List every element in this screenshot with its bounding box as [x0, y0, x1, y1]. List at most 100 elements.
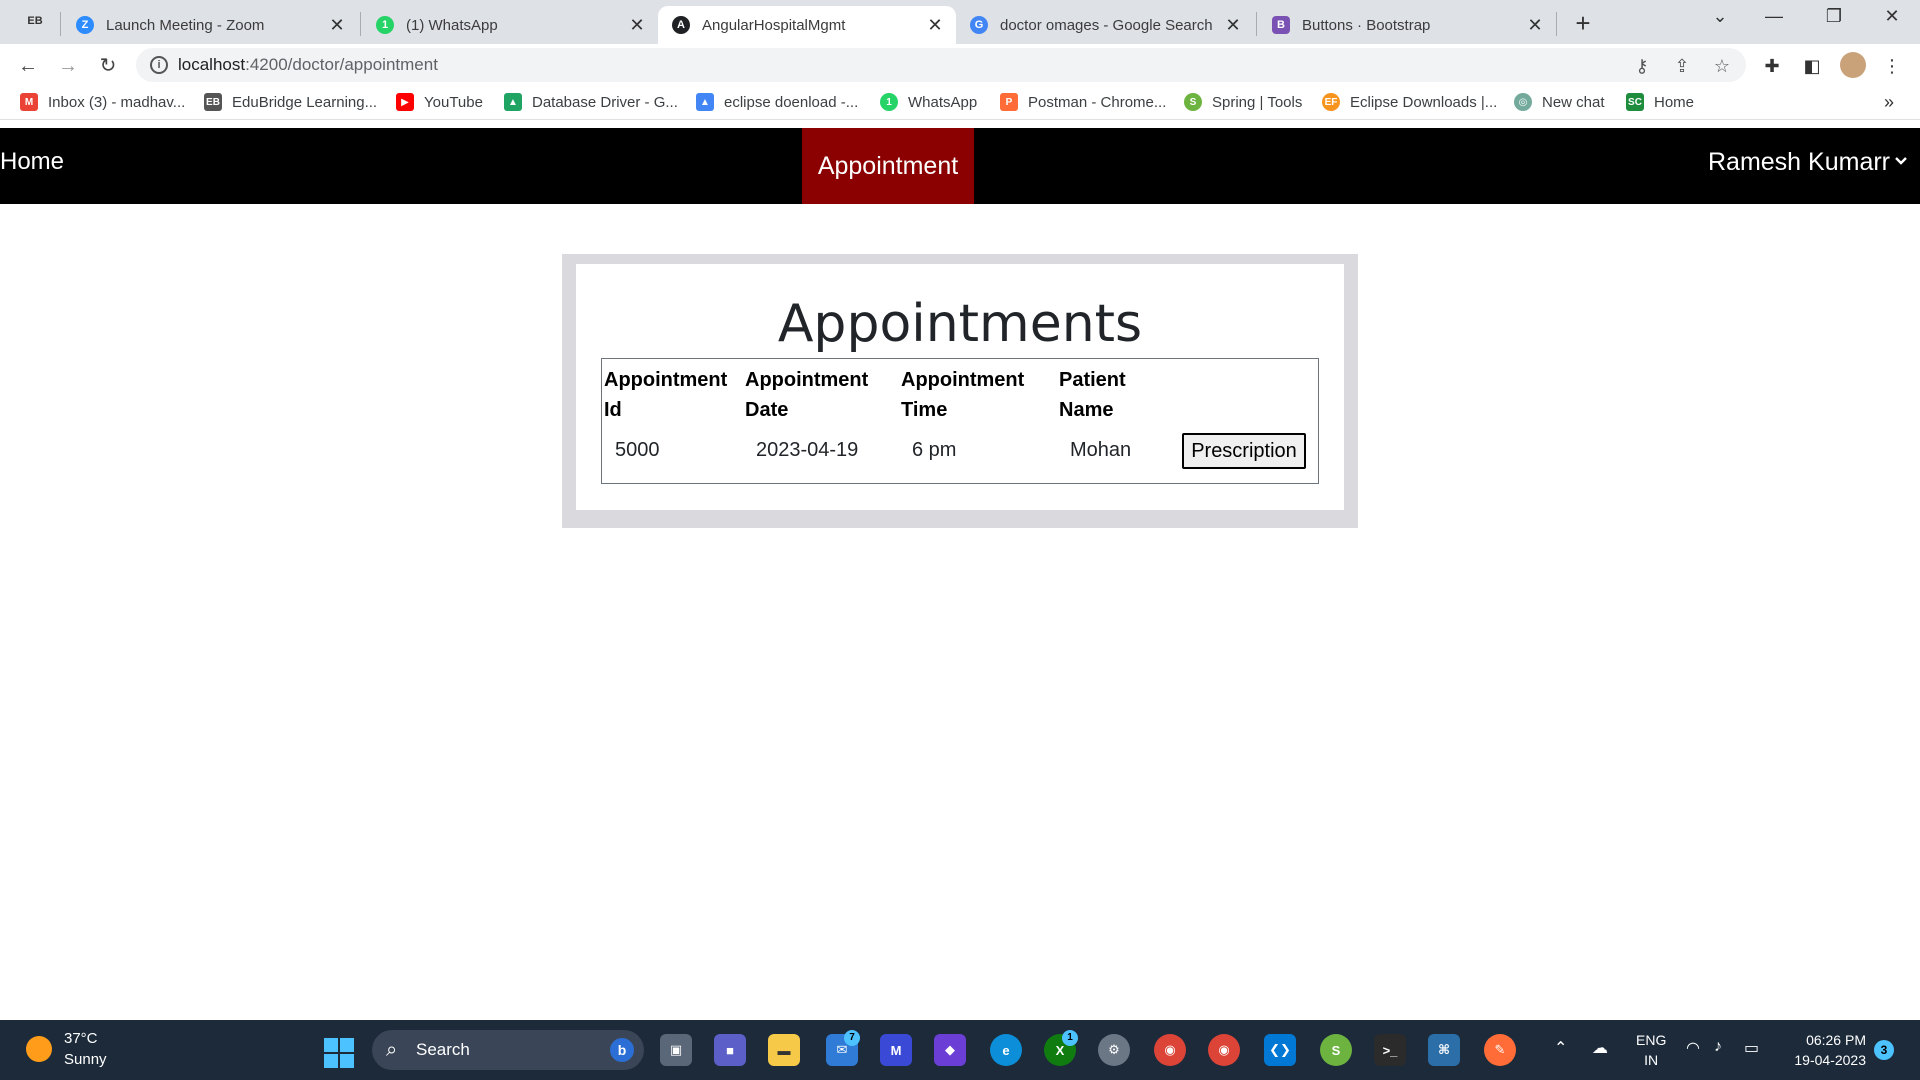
window-close-icon[interactable]: ✕ — [1872, 6, 1912, 27]
vscode-icon[interactable]: ❮❯ — [1264, 1034, 1296, 1066]
bookmark-edubridge[interactable]: EB EduBridge Learning... — [204, 93, 377, 111]
windows-start-icon[interactable] — [324, 1038, 354, 1068]
url-path: :4200/doctor/appointment — [245, 55, 438, 74]
tab-label: Launch Meeting - Zoom — [106, 16, 265, 34]
site-info-icon[interactable]: i — [150, 56, 168, 74]
forward-icon[interactable]: → — [54, 52, 82, 80]
notifications-badge[interactable]: 3 — [1874, 1040, 1894, 1060]
appointments-card: Appointments Appointment Id Appointment … — [576, 264, 1344, 510]
weather-description[interactable]: Sunny — [64, 1051, 107, 1068]
more-bookmarks-chevron-icon[interactable]: » — [1884, 92, 1894, 113]
chrome-profile-icon[interactable]: ◉ — [1208, 1034, 1240, 1066]
tab-search-chevron-icon[interactable]: ⌄ — [1700, 6, 1740, 27]
reload-icon[interactable]: ↻ — [94, 52, 122, 80]
clock-date: 19-04-2023 — [1794, 1052, 1866, 1068]
chrome-icon[interactable]: ◉ — [1154, 1034, 1186, 1066]
bookmark-postman[interactable]: P Postman - Chrome... — [1000, 93, 1166, 111]
file-explorer-icon[interactable]: ▬ — [768, 1034, 800, 1066]
close-icon[interactable]: ✕ — [926, 15, 944, 36]
drive-icon: ▲ — [696, 93, 714, 111]
tab-label: AngularHospitalMgmt — [702, 16, 846, 34]
copilot-icon[interactable]: ◆ — [934, 1034, 966, 1066]
tab-zoom[interactable]: Z Launch Meeting - Zoom ✕ — [62, 6, 358, 44]
bookmark-youtube[interactable]: ▶ YouTube — [396, 93, 483, 111]
bootstrap-icon: B — [1272, 16, 1290, 34]
browser-tab-strip: EB Z Launch Meeting - Zoom ✕ 1 (1) Whats… — [0, 0, 1920, 44]
bookmark-label: Database Driver - G... — [532, 93, 678, 111]
task-view-icon[interactable]: ▣ — [660, 1034, 692, 1066]
tab-bootstrap[interactable]: B Buttons · Bootstrap ✕ — [1258, 6, 1556, 44]
column-header-appointment-time: Appointment Time — [901, 369, 1025, 421]
user-menu[interactable]: Ramesh Kumarr — [1708, 148, 1890, 177]
prescription-button[interactable]: Prescription — [1182, 433, 1306, 469]
extensions-puzzle-icon[interactable]: ✚ — [1760, 54, 1784, 78]
browser-menu-icon[interactable]: ⋮ — [1880, 54, 1904, 78]
bookmark-label: Postman - Chrome... — [1028, 93, 1167, 111]
bookmark-label: Spring | Tools — [1212, 93, 1303, 111]
column-header-appointment-date: Appointment Date — [745, 369, 869, 421]
new-tab-icon[interactable]: + — [1568, 8, 1598, 39]
wifi-icon[interactable]: ◠ — [1686, 1038, 1700, 1058]
search-icon: ⌕ — [386, 1039, 398, 1061]
bookmark-whatsapp[interactable]: 1 WhatsApp — [880, 93, 977, 111]
bookmark-label: WhatsApp — [908, 93, 978, 111]
settings-gear-icon[interactable]: ⚙ — [1098, 1034, 1130, 1066]
weather-temperature[interactable]: 37°C — [64, 1030, 98, 1047]
show-hidden-icons-chevron-icon[interactable]: ⌃ — [1554, 1038, 1567, 1058]
close-icon[interactable]: ✕ — [1526, 15, 1544, 36]
tab-separator — [1556, 12, 1557, 36]
gmail-icon: M — [20, 93, 38, 111]
bookmark-eclipse-download[interactable]: ▲ eclipse doenload -... — [696, 93, 858, 111]
onedrive-icon[interactable]: ☁ — [1592, 1038, 1608, 1058]
teams-icon[interactable]: ■ — [714, 1034, 746, 1066]
bookmark-eclipse-downloads[interactable]: EF Eclipse Downloads |... — [1322, 93, 1497, 111]
bookmarks-bar: M Inbox (3) - madhav... EB EduBridge Lea… — [0, 86, 1920, 120]
nav-home-link[interactable]: Home — [0, 148, 64, 176]
profile-avatar[interactable] — [1840, 52, 1866, 78]
mysql-workbench-icon[interactable]: ⌘ — [1428, 1034, 1460, 1066]
bookmark-star-icon[interactable]: ☆ — [1710, 54, 1734, 78]
close-icon[interactable]: ✕ — [1224, 15, 1242, 36]
side-panel-icon[interactable]: ◧ — [1800, 54, 1824, 78]
tab-whatsapp[interactable]: 1 (1) WhatsApp ✕ — [362, 6, 658, 44]
battery-icon[interactable]: ▭ — [1744, 1038, 1759, 1058]
bookmark-gmail[interactable]: M Inbox (3) - madhav... — [20, 93, 185, 111]
bookmark-new-chat[interactable]: ◎ New chat — [1514, 93, 1605, 111]
tab-angular-hospital[interactable]: A AngularHospitalMgmt ✕ — [658, 6, 956, 44]
sun-icon[interactable] — [26, 1036, 52, 1062]
password-key-icon[interactable]: ⚷ — [1630, 54, 1654, 78]
pinned-tab-edubridge[interactable]: EB — [22, 8, 48, 34]
restore-icon[interactable]: ❐ — [1814, 6, 1854, 27]
bookmark-database-driver[interactable]: ▲ Database Driver - G... — [504, 93, 678, 111]
bookmark-spring-tools[interactable]: S Spring | Tools — [1184, 93, 1302, 111]
share-icon[interactable]: ⇪ — [1670, 54, 1694, 78]
url-text[interactable]: localhost:4200/doctor/appointment — [178, 55, 438, 75]
angular-icon: A — [672, 16, 690, 34]
input-language[interactable]: ENG IN — [1636, 1030, 1666, 1070]
xbox-badge: 1 — [1062, 1030, 1078, 1046]
bing-icon[interactable]: b — [610, 1038, 634, 1062]
nav-appointment-link[interactable]: Appointment — [802, 128, 974, 204]
close-icon[interactable]: ✕ — [628, 15, 646, 36]
back-icon[interactable]: ← — [14, 52, 42, 80]
cell-appointment-time: 6 pm — [912, 439, 957, 461]
edge-icon[interactable]: e — [990, 1034, 1022, 1066]
spring-tools-icon[interactable]: S — [1320, 1034, 1352, 1066]
postman-icon[interactable]: ✎ — [1484, 1034, 1516, 1066]
chevron-down-icon[interactable] — [1894, 154, 1908, 168]
math-app-icon[interactable]: M — [880, 1034, 912, 1066]
search-label: Search — [416, 1040, 470, 1059]
volume-icon[interactable]: ♪ — [1714, 1038, 1722, 1056]
google-icon: G — [970, 16, 988, 34]
taskbar-search[interactable]: ⌕ Search b — [372, 1030, 644, 1070]
sc-icon: SC — [1626, 93, 1644, 111]
terminal-icon[interactable]: >_ — [1374, 1034, 1406, 1066]
tab-google-search[interactable]: G doctor omages - Google Search ✕ — [956, 6, 1254, 44]
edubridge-icon: EB — [27, 15, 43, 27]
close-icon[interactable]: ✕ — [328, 15, 346, 36]
minimize-icon[interactable]: — — [1754, 6, 1794, 27]
clock[interactable]: 06:26 PM 19-04-2023 — [1786, 1030, 1866, 1070]
address-bar[interactable]: i localhost:4200/doctor/appointment ⚷ ⇪ … — [136, 48, 1746, 82]
column-header-appointment-id: Appointment Id — [604, 369, 728, 421]
bookmark-home[interactable]: SC Home — [1626, 93, 1694, 111]
